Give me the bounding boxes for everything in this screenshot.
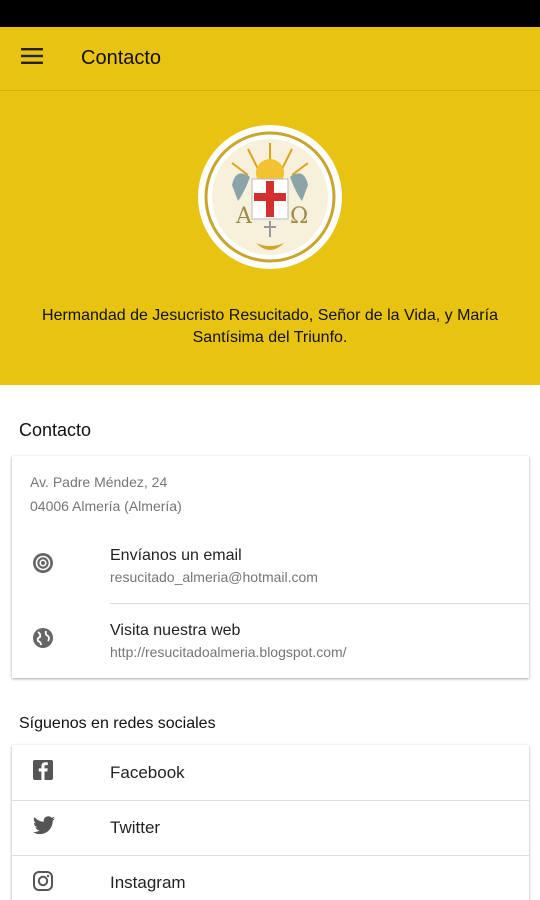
status-bar [0, 0, 540, 27]
social-item-instagram[interactable]: Instagram [12, 855, 529, 900]
menu-button[interactable] [0, 27, 64, 91]
address-line-2: 04006 Almería (Almería) [30, 498, 182, 514]
hamburger-menu-icon [21, 48, 43, 69]
facebook-label: Facebook [110, 762, 185, 782]
globe-icon [32, 627, 54, 654]
app-bar: Contacto [0, 27, 540, 91]
web-label: Visita nuestra web [110, 621, 241, 639]
contact-section-title: Contacto [19, 420, 92, 440]
divider [110, 603, 529, 604]
page-title: Contacto [81, 47, 162, 69]
address: Av. Padre Méndez, 24 04006 Almería (Alme… [12, 456, 529, 528]
email-row[interactable]: Envíanos un email resucitado_almeria@hot… [12, 528, 529, 603]
web-url: http://resucitadoalmeria.blogspot.com/ [110, 643, 347, 660]
twitter-label: Twitter [110, 818, 161, 837]
twitter-icon [32, 815, 56, 841]
address-line-1: Av. Padre Méndez, 24 [30, 474, 168, 490]
social-item-twitter[interactable]: Twitter [12, 800, 529, 855]
instagram-icon [32, 870, 54, 897]
social-card: Facebook Twitter Instagram [12, 745, 529, 900]
contact-card: Av. Padre Méndez, 24 04006 Almería (Alme… [12, 456, 529, 678]
email-label: Envíanos un email [110, 546, 242, 564]
web-row[interactable]: Visita nuestra web http://resucitadoalme… [12, 603, 529, 678]
svg-text:Ω: Ω [290, 204, 308, 229]
email-address: resucitado_almeria@hotmail.com [110, 568, 318, 585]
instagram-label: Instagram [110, 873, 186, 892]
social-item-facebook[interactable]: Facebook [12, 745, 529, 800]
social-section-title: Síguenos en redes sociales [19, 715, 216, 732]
brotherhood-crest-logo: A Ω [196, 123, 344, 271]
hero-banner: A Ω Hermandad de Jesucristo Resucitado, … [0, 91, 540, 385]
at-sign-icon [32, 552, 54, 579]
brotherhood-name: Hermandad de Jesucristo Resucitado, Seño… [42, 307, 498, 346]
facebook-icon [32, 759, 54, 786]
svg-text:A: A [235, 204, 253, 229]
